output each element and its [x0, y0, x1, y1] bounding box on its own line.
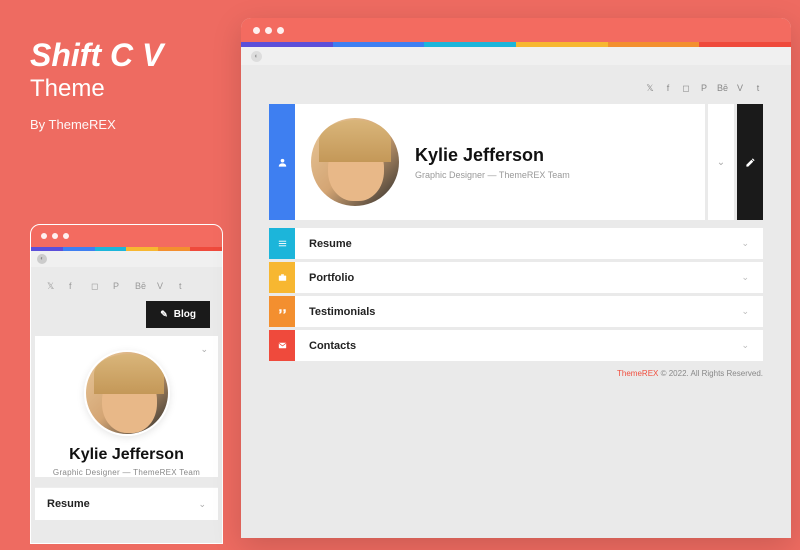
chevron-down-icon: ⌄	[717, 157, 725, 168]
section-tab	[269, 228, 295, 259]
blog-label: Blog	[174, 309, 196, 320]
chevron-down-icon: ⌄	[741, 272, 749, 283]
window-dot	[253, 27, 260, 34]
browser-toolbar: ◐	[31, 251, 222, 267]
section-row-testimonials[interactable]: Testimonials ⌄	[269, 296, 763, 327]
menu-icon	[277, 238, 288, 249]
avatar	[84, 350, 170, 436]
section-label: Portfolio	[309, 272, 354, 284]
profile-name: Kylie Jefferson	[415, 145, 689, 166]
pinterest-icon[interactable]: P	[113, 281, 123, 291]
briefcase-icon	[277, 272, 288, 283]
profile-name: Kylie Jefferson	[47, 446, 206, 464]
vimeo-icon[interactable]: V	[157, 281, 167, 291]
theme-subtitle: Theme	[30, 75, 225, 103]
blog-button[interactable]: ✎ Blog	[146, 301, 210, 328]
profile-row: Kylie Jefferson Graphic Designer — Theme…	[269, 104, 763, 220]
twitter-icon[interactable]: 𝕏	[645, 83, 655, 94]
chevron-down-icon: ⌄	[198, 499, 206, 510]
section-tab	[269, 296, 295, 327]
window-dot	[41, 233, 47, 239]
color-stripe	[31, 247, 222, 251]
footer-brand: ThemeREX	[617, 369, 658, 378]
person-icon	[277, 157, 288, 168]
facebook-icon[interactable]: f	[663, 83, 673, 94]
color-stripe	[241, 42, 791, 47]
section-label: Testimonials	[309, 306, 375, 318]
profile-role: Graphic Designer — ThemeREX Team	[415, 170, 689, 180]
footer-copyright: ThemeREX © 2022. All Rights Reserved.	[269, 369, 763, 378]
theme-info-panel: Shift C V Theme By ThemeREX	[30, 38, 225, 132]
section-label: Resume	[309, 238, 352, 250]
section-label: Resume	[47, 498, 90, 510]
profile-role: Graphic Designer — ThemeREX Team	[47, 468, 206, 477]
theme-toggle-icon[interactable]: ◐	[37, 254, 47, 264]
instagram-icon[interactable]: ◻	[91, 281, 101, 291]
section-row-portfolio[interactable]: Portfolio ⌄	[269, 262, 763, 293]
twitter-icon[interactable]: 𝕏	[47, 281, 57, 291]
tumblr-icon[interactable]: t	[753, 83, 763, 94]
chevron-down-icon: ⌄	[741, 238, 749, 249]
section-tab	[269, 330, 295, 361]
vimeo-icon[interactable]: V	[735, 83, 745, 94]
pencil-icon: ✎	[160, 309, 168, 320]
chevron-down-icon[interactable]: ⌄	[200, 344, 208, 355]
social-links-row: 𝕏 f ◻ P Bē V t	[269, 83, 763, 94]
mail-icon	[277, 340, 288, 351]
section-row-resume[interactable]: Resume ⌄	[35, 487, 218, 520]
behance-icon[interactable]: Bē	[717, 83, 727, 94]
theme-title: Shift C V	[30, 38, 225, 73]
mobile-preview-window: ◐ 𝕏 f ◻ P Bē V t ✎ Blog ⌄ Kylie Jefferso…	[30, 224, 223, 544]
section-row-resume[interactable]: Resume ⌄	[269, 228, 763, 259]
window-titlebar	[31, 225, 222, 247]
profile-card: Kylie Jefferson Graphic Designer — Theme…	[295, 104, 705, 220]
avatar	[311, 118, 399, 206]
expand-button[interactable]: ⌄	[708, 104, 734, 220]
instagram-icon[interactable]: ◻	[681, 83, 691, 94]
window-dot	[63, 233, 69, 239]
tumblr-icon[interactable]: t	[179, 281, 189, 291]
pinterest-icon[interactable]: P	[699, 83, 709, 94]
footer-text: © 2022. All Rights Reserved.	[658, 369, 763, 378]
window-dot	[52, 233, 58, 239]
profile-tab[interactable]	[269, 104, 295, 220]
window-dot	[265, 27, 272, 34]
pencil-icon	[745, 157, 756, 168]
profile-card: ⌄ Kylie Jefferson Graphic Designer — The…	[35, 336, 218, 477]
facebook-icon[interactable]: f	[69, 281, 79, 291]
edit-button[interactable]	[737, 104, 763, 220]
quote-icon	[277, 306, 288, 317]
window-titlebar	[241, 18, 791, 42]
social-links-row: 𝕏 f ◻ P Bē V t	[31, 267, 222, 301]
browser-toolbar: ◐	[241, 47, 791, 65]
chevron-down-icon: ⌄	[741, 340, 749, 351]
section-row-contacts[interactable]: Contacts ⌄	[269, 330, 763, 361]
theme-toggle-icon[interactable]: ◐	[251, 51, 262, 62]
chevron-down-icon: ⌄	[741, 306, 749, 317]
blog-button-row: ✎ Blog	[31, 301, 222, 336]
behance-icon[interactable]: Bē	[135, 281, 145, 291]
section-label: Contacts	[309, 340, 356, 352]
page-body: 𝕏 f ◻ P Bē V t ✎ Blog ⌄ Kylie Jefferson …	[31, 267, 222, 543]
section-tab	[269, 262, 295, 293]
window-dot	[277, 27, 284, 34]
desktop-preview-window: ◐ 𝕏 f ◻ P Bē V t Kylie Jefferson Graphic…	[241, 18, 791, 538]
page-body: 𝕏 f ◻ P Bē V t Kylie Jefferson Graphic D…	[241, 65, 791, 378]
theme-author: By ThemeREX	[30, 117, 225, 132]
